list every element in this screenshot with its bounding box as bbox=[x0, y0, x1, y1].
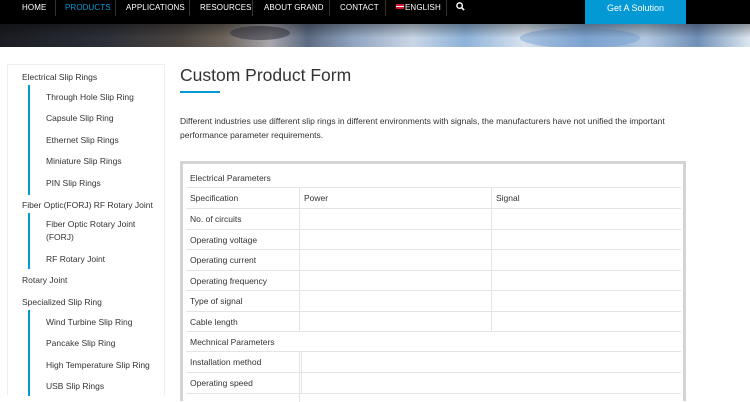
nav-divider bbox=[329, 0, 330, 16]
top-navigation-bar: HOME PRODUCTS APPLICATIONS RESOURCES ABO… bbox=[0, 0, 750, 24]
table-row: Operating voltage bbox=[186, 230, 681, 250]
sidebar-item-ethernet[interactable]: Ethernet Slip Rings bbox=[46, 134, 119, 147]
nav-contact[interactable]: CONTACT bbox=[340, 0, 379, 16]
header-signal: Signal bbox=[496, 193, 520, 203]
sidebar-accent-bar bbox=[28, 213, 30, 269]
sidebar-item-pin[interactable]: PIN Slip Rings bbox=[46, 177, 101, 190]
table-row: Operating speed bbox=[186, 373, 681, 394]
sidebar-item-high-temperature[interactable]: High Temperature Slip Ring bbox=[46, 359, 150, 372]
row-label-operating-speed: Operating speed bbox=[186, 373, 300, 393]
row-label-circuits: No. of circuits bbox=[186, 209, 300, 229]
sidebar-category-electrical-slip-rings[interactable]: Electrical Slip Rings bbox=[22, 72, 97, 82]
installation-method-input[interactable] bbox=[301, 352, 681, 372]
nav-resources[interactable]: RESOURCES bbox=[200, 0, 252, 16]
sidebar-item-pancake[interactable]: Pancake Slip Ring bbox=[46, 337, 115, 350]
sidebar-item-miniature[interactable]: Miniature Slip Rings bbox=[46, 155, 122, 168]
section-electrical-parameters: Electrical Parameters bbox=[186, 168, 681, 188]
nav-divider bbox=[252, 0, 253, 16]
sidebar-accent-bar bbox=[28, 310, 30, 396]
section-mechanical-parameters: Mechnical Parameters bbox=[186, 332, 681, 352]
nav-divider bbox=[115, 0, 116, 16]
sidebar-category-fiber-optic-rf[interactable]: Fiber Optic(FORJ) RF Rotary Joint bbox=[22, 200, 153, 210]
power-frequency-input[interactable] bbox=[301, 271, 492, 290]
intro-text: Different industries use different slip … bbox=[180, 116, 665, 140]
table-row: Cable length bbox=[186, 312, 681, 332]
nav-home[interactable]: HOME bbox=[22, 0, 46, 16]
search-icon[interactable] bbox=[456, 1, 465, 17]
table-row: Operating frequency bbox=[186, 271, 681, 291]
row-label-frequency: Operating frequency bbox=[186, 271, 300, 290]
power-signal-type-input[interactable] bbox=[301, 291, 492, 311]
nav-divider bbox=[189, 0, 190, 16]
uk-flag-icon bbox=[396, 4, 404, 9]
nav-applications[interactable]: APPLICATIONS bbox=[126, 0, 185, 16]
signal-signal-type-input[interactable] bbox=[493, 291, 681, 311]
hero-overlay bbox=[0, 24, 750, 47]
sidebar-item-through-hole[interactable]: Through Hole Slip Ring bbox=[46, 91, 134, 104]
table-row: Operating current bbox=[186, 250, 681, 271]
nav-divider bbox=[385, 0, 386, 16]
sidebar-item-rf-rotary-joint[interactable]: RF Rotary Joint bbox=[46, 253, 105, 266]
table-row: Installation method bbox=[186, 352, 681, 373]
product-category-sidebar: Electrical Slip Rings Through Hole Slip … bbox=[7, 64, 165, 396]
row-label-cable-length: Cable length bbox=[186, 312, 300, 331]
sidebar-item-capsule[interactable]: Capsule Slip Ring bbox=[46, 112, 114, 125]
row-label-cell bbox=[186, 394, 300, 402]
operating-speed-input[interactable] bbox=[301, 373, 681, 393]
nav-divider bbox=[55, 0, 56, 16]
title-underline bbox=[180, 91, 220, 93]
get-a-solution-button[interactable]: Get A Solution bbox=[585, 0, 686, 24]
signal-frequency-input[interactable] bbox=[493, 271, 681, 290]
sidebar-category-rotary-joint[interactable]: Rotary Joint bbox=[22, 275, 67, 285]
row-label-voltage: Operating voltage bbox=[186, 230, 300, 249]
hero-banner-image bbox=[0, 24, 750, 47]
sidebar-item-wind-turbine[interactable]: Wind Turbine Slip Ring bbox=[46, 316, 132, 329]
nav-products[interactable]: PRODUCTS bbox=[65, 0, 111, 16]
table-row: Type of signal bbox=[186, 291, 681, 312]
power-current-input[interactable] bbox=[301, 250, 492, 270]
page-title: Custom Product Form bbox=[180, 65, 352, 85]
power-cable-length-input[interactable] bbox=[301, 312, 492, 331]
power-circuits-input[interactable] bbox=[301, 209, 492, 229]
nav-about-grand[interactable]: ABOUT GRAND bbox=[264, 0, 324, 16]
signal-circuits-input[interactable] bbox=[493, 209, 681, 229]
signal-cable-length-input[interactable] bbox=[493, 312, 681, 331]
sidebar-category-specialized[interactable]: Specialized Slip Ring bbox=[22, 297, 102, 307]
row-label-signal-type: Type of signal bbox=[186, 291, 300, 311]
row-label-installation-method: Installation method bbox=[186, 352, 300, 372]
sidebar-item-usb[interactable]: USB Slip Rings bbox=[46, 380, 104, 393]
nav-divider bbox=[446, 0, 447, 16]
header-specification: Specification bbox=[186, 188, 300, 208]
table-header-row: Specification Power Signal bbox=[186, 188, 681, 209]
row-label-current: Operating current bbox=[186, 250, 300, 270]
power-voltage-input[interactable] bbox=[301, 230, 492, 249]
signal-voltage-input[interactable] bbox=[493, 230, 681, 249]
header-power: Power bbox=[301, 188, 492, 208]
table-row: No. of circuits bbox=[186, 209, 681, 230]
language-selector[interactable]: ENGLISH bbox=[396, 0, 441, 16]
sidebar-item-forj[interactable]: Fiber Optic Rotary Joint (FORJ) bbox=[46, 218, 158, 244]
custom-product-form: Electrical Parameters Specification Powe… bbox=[180, 161, 686, 402]
signal-current-input[interactable] bbox=[493, 250, 681, 270]
language-label: ENGLISH bbox=[405, 3, 441, 12]
table-row bbox=[186, 394, 681, 402]
sidebar-accent-bar bbox=[28, 85, 30, 195]
